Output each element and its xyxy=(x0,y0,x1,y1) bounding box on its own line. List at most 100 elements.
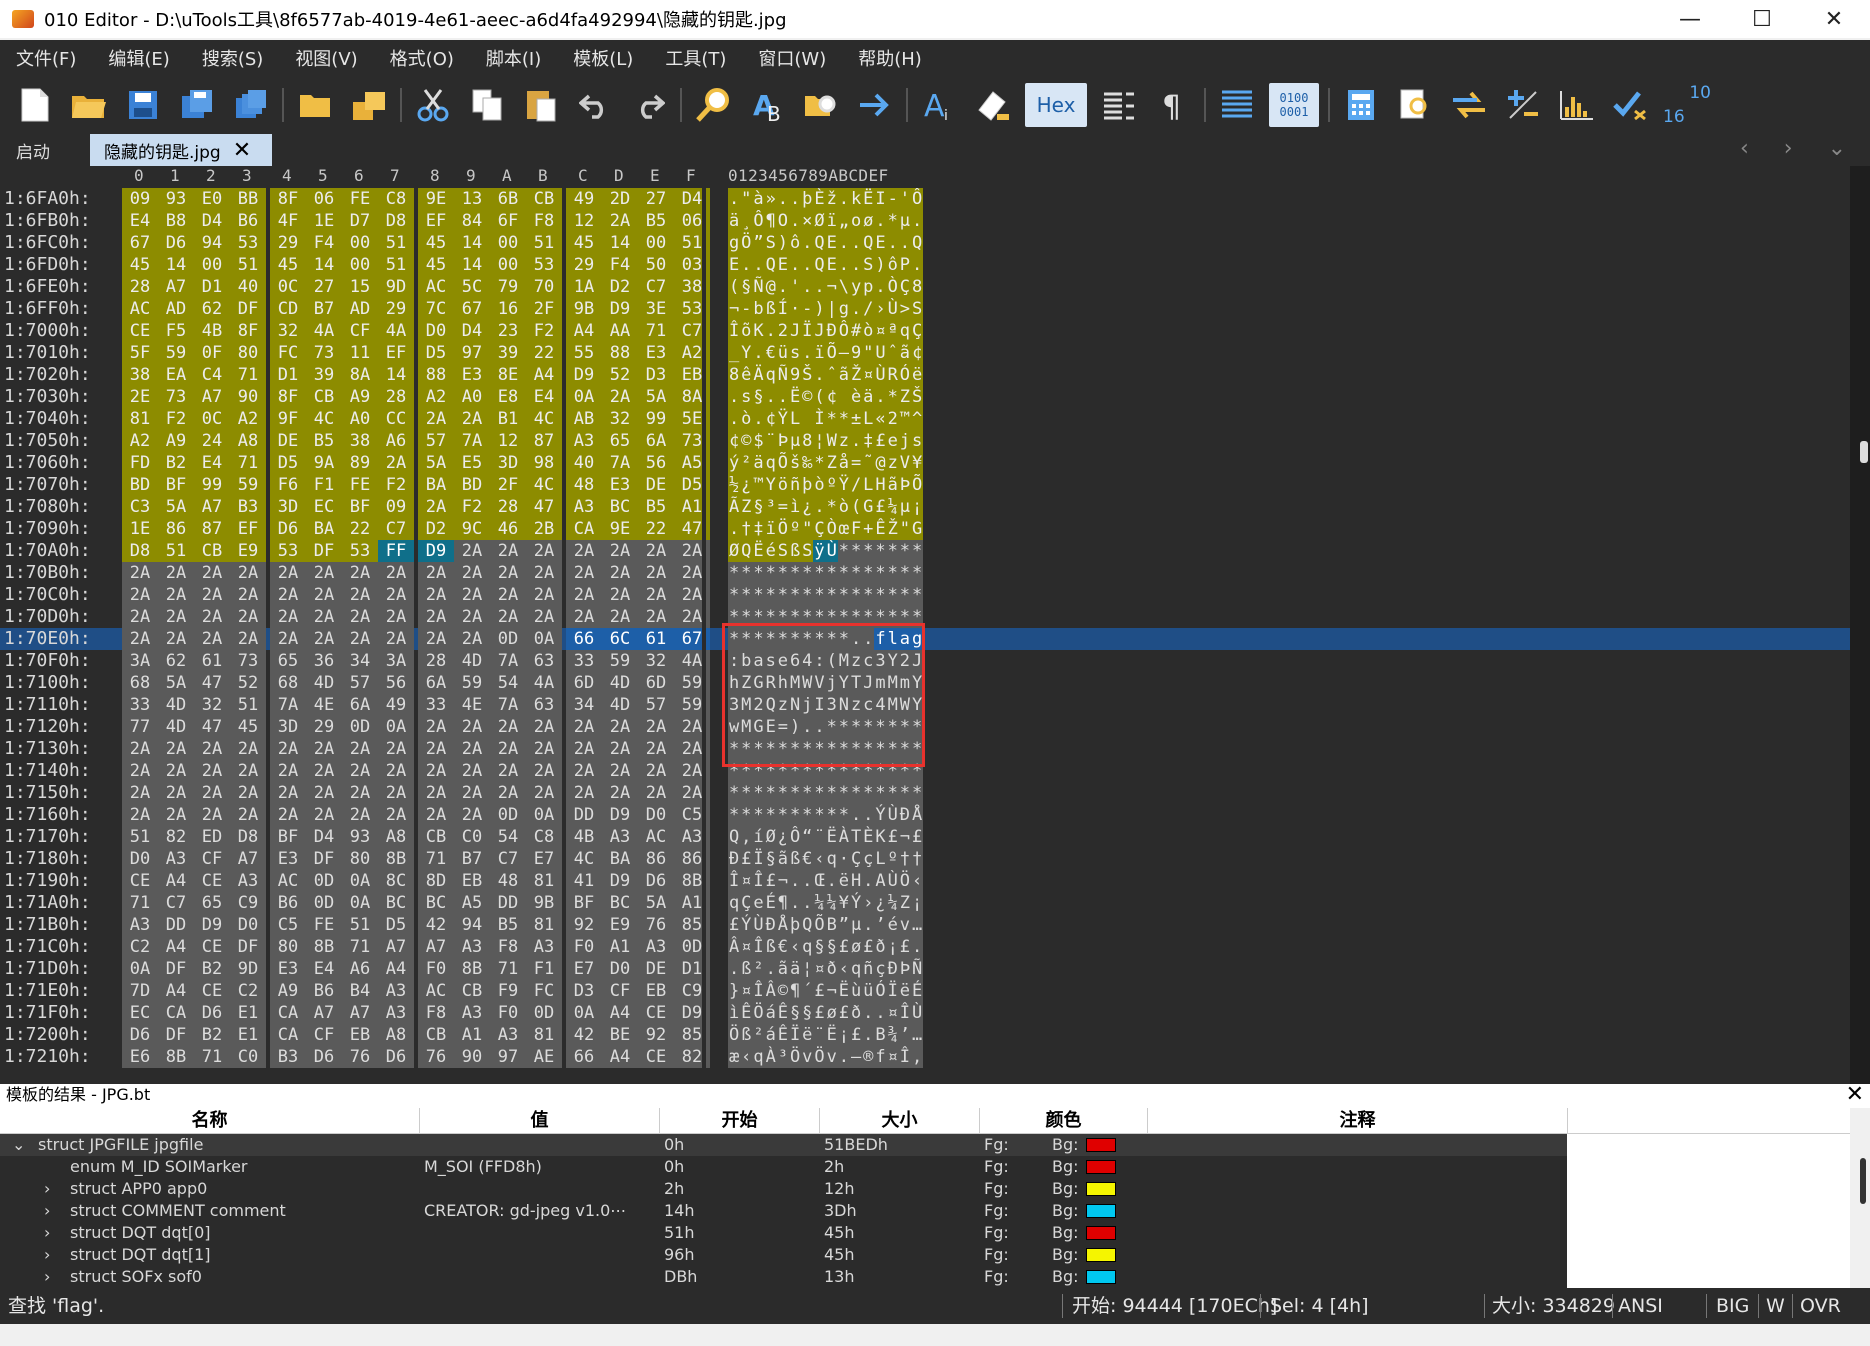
menu-scripts[interactable]: 脚本(I) xyxy=(470,45,557,71)
hex-byte[interactable]: 2A xyxy=(270,628,306,650)
ascii-char[interactable]: Š xyxy=(911,386,924,408)
hex-byte[interactable]: 2E xyxy=(122,386,158,408)
hex-byte[interactable]: EC xyxy=(306,496,342,518)
hex-byte[interactable]: BA xyxy=(306,518,342,540)
hex-byte[interactable]: 2A xyxy=(378,452,414,474)
hex-byte[interactable]: 2A xyxy=(378,804,414,826)
close-icon[interactable]: ✕ xyxy=(1846,1084,1864,1106)
hex-byte[interactable]: EC xyxy=(122,1002,158,1024)
hex-byte[interactable]: 8F xyxy=(270,386,306,408)
ascii-char[interactable]: " xyxy=(862,342,875,364)
histogram-icon[interactable] xyxy=(1555,83,1599,127)
hex-byte[interactable]: 2A xyxy=(122,562,158,584)
hex-byte[interactable]: 51 xyxy=(158,540,194,562)
ascii-char[interactable]: ø xyxy=(862,210,875,232)
hex-byte[interactable]: D5 xyxy=(378,914,414,936)
hex-byte[interactable]: 2A xyxy=(158,584,194,606)
hex-byte[interactable]: 2A xyxy=(122,738,158,760)
hex-byte[interactable]: 94 xyxy=(454,914,490,936)
ascii-char[interactable]: ¿ xyxy=(874,892,887,914)
ascii-char[interactable]: q xyxy=(764,452,777,474)
hex-byte[interactable]: F4 xyxy=(306,232,342,254)
hex-byte[interactable]: 9B xyxy=(526,892,562,914)
hex-byte[interactable]: B8 xyxy=(158,210,194,232)
ascii-char[interactable]: . xyxy=(911,936,924,958)
ascii-char[interactable]: ð xyxy=(850,1002,863,1024)
hex-byte[interactable]: 2A xyxy=(490,562,526,584)
hex-byte[interactable]: BC xyxy=(418,892,454,914)
hex-byte[interactable]: AB xyxy=(566,408,602,430)
hex-byte[interactable]: D2 xyxy=(602,276,638,298)
ascii-char[interactable]: ¾ xyxy=(886,1024,899,1046)
hex-byte[interactable]: C0 xyxy=(230,1046,266,1068)
checksum-icon[interactable] xyxy=(1609,83,1653,127)
menu-tools[interactable]: 工具(T) xyxy=(649,45,742,71)
hex-byte[interactable]: 2A xyxy=(602,562,638,584)
hex-byte[interactable]: C7 xyxy=(378,518,414,540)
ascii-char[interactable]: Î xyxy=(752,936,765,958)
hex-byte[interactable]: 71 xyxy=(490,958,526,980)
hex-byte[interactable]: 68 xyxy=(270,672,306,694)
hex-byte[interactable]: 48 xyxy=(566,474,602,496)
ascii-char[interactable]: Õ xyxy=(813,914,826,936)
ascii-char[interactable]: . xyxy=(776,188,789,210)
hex-byte[interactable]: A7 xyxy=(194,386,230,408)
ascii-char[interactable]: ³ xyxy=(776,1046,789,1068)
ascii-char[interactable]: * xyxy=(886,540,899,562)
hex-byte[interactable]: E8 xyxy=(490,386,526,408)
hex-byte[interactable]: CB xyxy=(418,1024,454,1046)
hex-byte[interactable]: 92 xyxy=(566,914,602,936)
ascii-char[interactable]: * xyxy=(813,452,826,474)
ascii-char[interactable]: * xyxy=(764,562,777,584)
hex-byte[interactable]: 88 xyxy=(602,342,638,364)
hex-byte[interactable]: 2A xyxy=(122,628,158,650)
ascii-char[interactable]: Q xyxy=(801,914,814,936)
hex-byte[interactable]: 89 xyxy=(342,452,378,474)
ascii-char[interactable]: * xyxy=(776,562,789,584)
ascii-char[interactable]: Õ xyxy=(776,452,789,474)
ascii-char[interactable]: * xyxy=(898,562,911,584)
expand-toggle[interactable]: ⌄ xyxy=(12,1134,30,1156)
ascii-char[interactable]: … xyxy=(911,914,924,936)
hex-byte[interactable]: A3 xyxy=(566,496,602,518)
hex-byte[interactable]: 00 xyxy=(194,254,230,276)
hex-byte[interactable]: 4D xyxy=(306,672,342,694)
hex-byte[interactable]: 2A xyxy=(306,760,342,782)
hex-byte[interactable]: 2A xyxy=(306,584,342,606)
find-icon[interactable] xyxy=(691,83,735,127)
ascii-char[interactable]: ý xyxy=(728,452,741,474)
ascii-char[interactable]: º xyxy=(789,518,802,540)
hex-byte[interactable]: 14 xyxy=(306,254,342,276)
ascii-char[interactable]: ˜ xyxy=(862,452,875,474)
hex-byte[interactable]: BF xyxy=(566,892,602,914)
hex-byte[interactable]: AD xyxy=(158,298,194,320)
hex-byte[interactable]: 28 xyxy=(122,276,158,298)
ascii-char[interactable]: * xyxy=(801,804,814,826)
ascii-char[interactable]: * xyxy=(740,562,753,584)
hex-byte[interactable]: 53 xyxy=(270,540,306,562)
ascii-char[interactable]: Í xyxy=(776,298,789,320)
hex-byte[interactable]: A1 xyxy=(454,1024,490,1046)
ascii-char[interactable]: = xyxy=(776,496,789,518)
save-icon[interactable] xyxy=(121,83,165,127)
hex-byte[interactable]: DF xyxy=(306,848,342,870)
ascii-char[interactable]: . xyxy=(911,210,924,232)
ascii-char[interactable]: Ð xyxy=(886,958,899,980)
save-as-icon[interactable] xyxy=(175,83,219,127)
hex-byte[interactable]: D3 xyxy=(566,980,602,1002)
hex-byte[interactable]: 32 xyxy=(638,650,674,672)
ascii-char[interactable]: ¬ xyxy=(898,826,911,848)
hex-byte[interactable]: E7 xyxy=(526,848,562,870)
ascii-char[interactable]: * xyxy=(911,584,924,606)
ascii-char[interactable]: . xyxy=(862,1002,875,1024)
workspace-icon[interactable] xyxy=(347,83,391,127)
ascii-char[interactable]: . xyxy=(911,254,924,276)
hex-byte[interactable]: 2A xyxy=(418,496,454,518)
ascii-char[interactable]: º xyxy=(886,848,899,870)
hex-byte[interactable]: 2A xyxy=(270,562,306,584)
hex-byte[interactable]: 0D xyxy=(306,870,342,892)
hex-byte[interactable]: 7A xyxy=(602,452,638,474)
ascii-char[interactable]: * xyxy=(886,386,899,408)
ascii-char[interactable]: — xyxy=(850,1046,863,1068)
ascii-char[interactable]: / xyxy=(850,474,863,496)
